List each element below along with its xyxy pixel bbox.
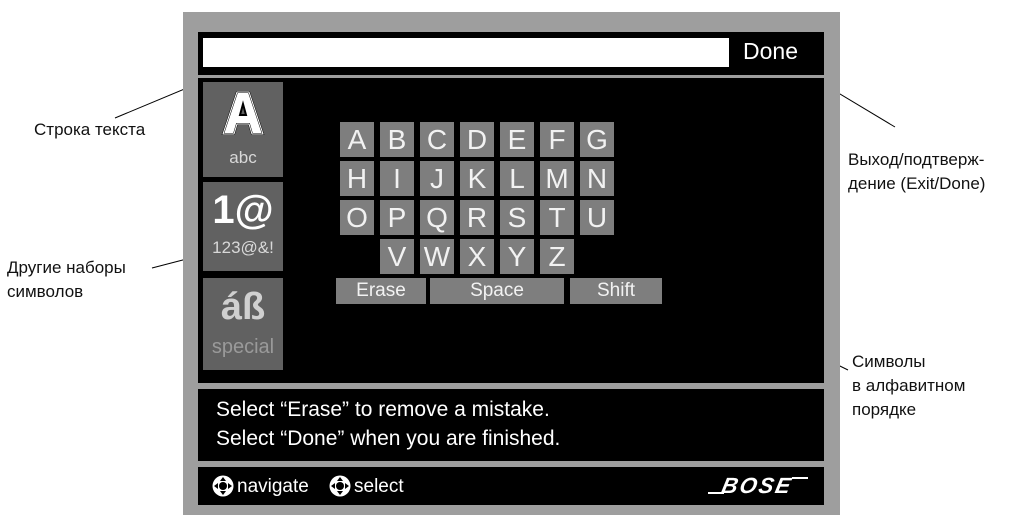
callout-alphabetical: Символы в алфавитном порядке — [852, 350, 965, 422]
text-entry-field[interactable] — [203, 38, 729, 67]
help-message-panel: Select “Erase” to remove a mistake. Sele… — [198, 389, 824, 461]
key-d[interactable]: D — [460, 122, 494, 157]
key-i[interactable]: I — [380, 161, 414, 196]
charset-abc-button[interactable]: abc — [203, 82, 283, 177]
shift-button[interactable]: Shift — [570, 278, 662, 304]
callout-line: Выход/подтверж- — [848, 150, 985, 169]
letter-a-icon — [221, 91, 265, 135]
tv-screen-frame: Done abc 1@ 123@&! áß special A B C D E … — [183, 12, 840, 515]
key-z[interactable]: Z — [540, 239, 574, 274]
key-m[interactable]: M — [540, 161, 574, 196]
key-o[interactable]: O — [340, 200, 374, 235]
navigate-hint: navigate — [237, 476, 309, 497]
callout-text-line: Строка текста — [34, 120, 146, 139]
erase-button[interactable]: Erase — [336, 278, 426, 304]
status-bar: navigate select BOSE — [198, 467, 824, 505]
key-b[interactable]: B — [380, 122, 414, 157]
text-entry-bar: Done — [198, 32, 824, 75]
one-at-icon: 1@ — [212, 188, 274, 232]
key-x[interactable]: X — [460, 239, 494, 274]
callout-line: Символы — [852, 352, 926, 371]
charset-abc-label: abc — [229, 148, 257, 167]
callout-line: порядке — [852, 400, 917, 419]
key-q[interactable]: Q — [420, 200, 454, 235]
key-e[interactable]: E — [500, 122, 534, 157]
navigate-dpad-icon — [212, 475, 234, 497]
key-r[interactable]: R — [460, 200, 494, 235]
key-h[interactable]: H — [340, 161, 374, 196]
callout-other-sets: Другие наборы символов — [7, 256, 126, 304]
charset-special-button[interactable]: áß special — [203, 278, 283, 370]
key-j[interactable]: J — [420, 161, 454, 196]
done-button[interactable]: Done — [733, 36, 817, 66]
key-y[interactable]: Y — [500, 239, 534, 274]
key-t[interactable]: T — [540, 200, 574, 235]
key-p[interactable]: P — [380, 200, 414, 235]
key-l[interactable]: L — [500, 161, 534, 196]
callout-line: Другие наборы — [7, 258, 126, 277]
key-s[interactable]: S — [500, 200, 534, 235]
callout-exit-done: Выход/подтверж- дение (Exit/Done) — [848, 148, 985, 196]
select-dpad-icon — [329, 475, 351, 497]
bose-wordmark: BOSE — [719, 473, 796, 498]
charset-special-label: special — [211, 336, 275, 358]
key-c[interactable]: C — [420, 122, 454, 157]
select-hint: select — [354, 476, 404, 497]
key-a[interactable]: A — [340, 122, 374, 157]
callout-line: символов — [7, 282, 84, 301]
help-message-line: Select “Done” when you are finished. — [216, 427, 561, 450]
charset-numeric-label: 123@&! — [212, 238, 274, 257]
key-f[interactable]: F — [540, 122, 574, 157]
key-k[interactable]: K — [460, 161, 494, 196]
space-button[interactable]: Space — [430, 278, 564, 304]
key-u[interactable]: U — [580, 200, 614, 235]
help-message-line: Select “Erase” to remove a mistake. — [216, 398, 550, 421]
callout-line: в алфавитном — [852, 376, 966, 395]
accent-beta-icon: áß — [220, 286, 266, 328]
bose-logo: BOSE — [708, 473, 808, 498]
key-n[interactable]: N — [580, 161, 614, 196]
key-w[interactable]: W — [420, 239, 454, 274]
charset-numeric-button[interactable]: 1@ 123@&! — [203, 182, 283, 271]
key-g[interactable]: G — [580, 122, 614, 157]
key-v[interactable]: V — [380, 239, 414, 274]
callout-line: дение (Exit/Done) — [848, 174, 986, 193]
keyboard-panel: abc 1@ 123@&! áß special A B C D E F G H… — [198, 78, 824, 383]
